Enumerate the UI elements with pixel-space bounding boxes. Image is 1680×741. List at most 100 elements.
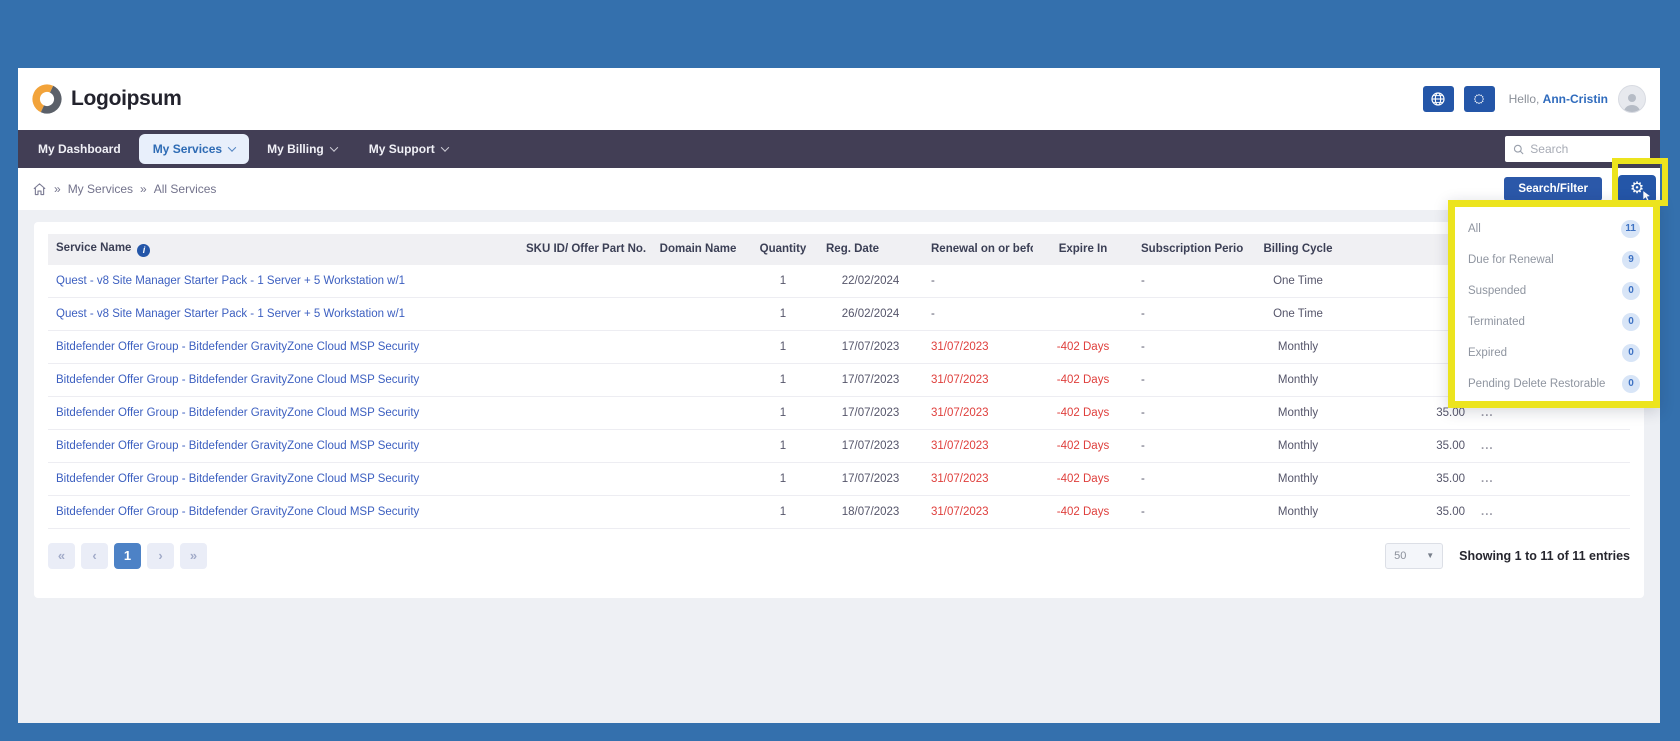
filter-count-badge: 0 xyxy=(1622,282,1640,300)
cell-billing-cycle: One Time xyxy=(1273,308,1323,320)
breadcrumb-items: » My Services » All Services xyxy=(54,182,216,196)
cell-billing-cycle: Monthly xyxy=(1278,341,1318,353)
cell-billing-cycle: Monthly xyxy=(1278,374,1318,386)
cell-service-name[interactable]: Bitdefender Offer Group - Bitdefender Gr… xyxy=(56,506,419,518)
language-button[interactable] xyxy=(1423,86,1454,112)
cell-renewal: 31/07/2023 xyxy=(931,407,989,419)
breadcrumb-item-my-services[interactable]: My Services xyxy=(68,182,133,196)
cell-renewal: - xyxy=(931,275,935,287)
table-body: Quest - v8 Site Manager Starter Pack - 1… xyxy=(48,265,1630,529)
avatar[interactable] xyxy=(1618,85,1646,113)
col-header-label: Quantity xyxy=(760,243,807,255)
filter-option-label: Pending Delete Restorable xyxy=(1468,378,1605,390)
col-header-label: Subscription Period xyxy=(1141,243,1243,255)
search-filter-button[interactable]: Search/Filter xyxy=(1504,177,1602,201)
eu-flag-icon xyxy=(1469,90,1489,108)
cell-service-name[interactable]: Bitdefender Offer Group - Bitdefender Gr… xyxy=(56,374,419,386)
col-header-renewal-on-or-before[interactable]: Renewal on or before xyxy=(923,234,1033,265)
cell-quantity: 1 xyxy=(780,374,786,386)
cell-expire-in: -402 Days xyxy=(1057,374,1109,386)
breadcrumb-separator: » xyxy=(140,182,147,196)
nav-item-my-dashboard[interactable]: My Dashboard xyxy=(24,134,135,164)
cell-subscription-period: - xyxy=(1141,308,1145,320)
cell-renewal: 31/07/2023 xyxy=(931,473,989,485)
cell-actions[interactable]: ... xyxy=(1481,506,1494,518)
filter-option-suspended[interactable]: Suspended0 xyxy=(1455,275,1653,306)
cell-actions[interactable]: ... xyxy=(1481,407,1494,419)
cell-quantity: 1 xyxy=(780,308,786,320)
cell-subscription-period: - xyxy=(1141,407,1145,419)
cell-service-name[interactable]: Bitdefender Offer Group - Bitdefender Gr… xyxy=(56,341,419,353)
info-icon[interactable]: i xyxy=(137,244,150,257)
currency-region-button[interactable] xyxy=(1464,86,1495,112)
filter-option-terminated[interactable]: Terminated0 xyxy=(1455,306,1653,337)
col-header-label: Domain Name xyxy=(660,243,737,255)
cell-actions[interactable]: ... xyxy=(1481,473,1494,485)
filter-option-pending-delete-restorable[interactable]: Pending Delete Restorable0 xyxy=(1455,368,1653,399)
cell-price: 35.00 xyxy=(1436,506,1465,518)
breadcrumb: » My Services » All Services xyxy=(32,182,216,197)
col-header-sku-id-offer-part-no[interactable]: SKU ID/ Offer Part No. xyxy=(518,234,648,265)
nav-item-my-billing[interactable]: My Billing xyxy=(253,134,351,164)
nav-item-label: My Dashboard xyxy=(38,142,121,156)
globe-icon xyxy=(1430,91,1446,107)
col-header-expire-in[interactable]: Expire In xyxy=(1033,234,1133,265)
search-icon xyxy=(1513,143,1524,156)
table-row: Bitdefender Offer Group - Bitdefender Gr… xyxy=(48,429,1630,462)
home-icon[interactable] xyxy=(32,182,47,197)
table-row: Bitdefender Offer Group - Bitdefender Gr… xyxy=(48,330,1630,363)
nav-item-my-services[interactable]: My Services xyxy=(139,134,249,164)
breadcrumb-bar: »My Services»All Services Search/Filter … xyxy=(18,168,1660,210)
page-button[interactable]: » xyxy=(180,543,207,569)
cell-reg-date: 17/07/2023 xyxy=(842,374,900,386)
col-header-label: SKU ID/ Offer Part No. xyxy=(526,243,646,255)
col-header-quantity[interactable]: Quantity xyxy=(748,234,818,265)
cell-service-name[interactable]: Quest - v8 Site Manager Starter Pack - 1… xyxy=(56,308,405,320)
settings-button[interactable]: ⚙ xyxy=(1618,175,1656,203)
cell-service-name[interactable]: Bitdefender Offer Group - Bitdefender Gr… xyxy=(56,440,419,452)
filter-option-due-for-renewal[interactable]: Due for Renewal9 xyxy=(1455,244,1653,275)
page-button[interactable]: ‹ xyxy=(81,543,108,569)
filter-option-all[interactable]: All 11 xyxy=(1455,213,1653,244)
cell-reg-date: 26/02/2024 xyxy=(842,308,900,320)
chevron-down-icon xyxy=(330,143,338,151)
col-header-billing-cycle[interactable]: Billing Cycle xyxy=(1243,234,1353,265)
search-input[interactable] xyxy=(1530,142,1642,156)
col-header-reg-date[interactable]: Reg. Date xyxy=(818,234,923,265)
user-icon xyxy=(1621,90,1643,112)
user-name: Ann-Cristin xyxy=(1543,92,1608,106)
cell-expire-in: -402 Days xyxy=(1057,506,1109,518)
cell-subscription-period: - xyxy=(1141,473,1145,485)
cell-expire-in: -402 Days xyxy=(1057,407,1109,419)
cell-expire-in: -402 Days xyxy=(1057,440,1109,452)
col-header-label: Service Name xyxy=(56,242,131,254)
cell-price: 35.00 xyxy=(1436,407,1465,419)
cell-actions[interactable]: ... xyxy=(1481,440,1494,452)
col-header-domain-name[interactable]: Domain Name xyxy=(648,234,748,265)
cell-reg-date: 17/07/2023 xyxy=(842,341,900,353)
cell-service-name[interactable]: Bitdefender Offer Group - Bitdefender Gr… xyxy=(56,407,419,419)
filter-count-badge: 0 xyxy=(1622,344,1640,362)
page-size-select[interactable]: 50 ▼ xyxy=(1385,543,1443,569)
col-header-subscription-period[interactable]: Subscription Period xyxy=(1133,234,1243,265)
filter-count-badge: 11 xyxy=(1621,220,1640,238)
cell-service-name[interactable]: Quest - v8 Site Manager Starter Pack - 1… xyxy=(56,275,405,287)
filter-option-expired[interactable]: Expired0 xyxy=(1455,337,1653,368)
page-button[interactable]: « xyxy=(48,543,75,569)
nav-items: My Dashboard My ServicesMy BillingMy Supp… xyxy=(24,134,462,164)
cell-expire-in: -402 Days xyxy=(1057,473,1109,485)
cell-renewal: 31/07/2023 xyxy=(931,341,989,353)
logo[interactable]: Logoipsum xyxy=(32,84,181,114)
col-header-service-name[interactable]: Service Name i xyxy=(48,234,518,265)
breadcrumb-separator: » xyxy=(54,182,61,196)
page-button-current[interactable]: 1 xyxy=(114,543,141,569)
nav-item-my-support[interactable]: My Support xyxy=(355,134,462,164)
filter-option-label: All xyxy=(1468,223,1481,235)
services-card: Service Name i SKU ID/ Offer Part No. Domai… xyxy=(34,222,1644,598)
app-header: Logoipsum xyxy=(18,68,1660,130)
app-window: Logoipsum xyxy=(18,68,1660,723)
breadcrumb-item-all-services[interactable]: All Services xyxy=(154,182,217,196)
cell-service-name[interactable]: Bitdefender Offer Group - Bitdefender Gr… xyxy=(56,473,419,485)
page-button[interactable]: › xyxy=(147,543,174,569)
screen: { "brand": { "name": "Logoipsum" }, "hea… xyxy=(0,0,1680,741)
